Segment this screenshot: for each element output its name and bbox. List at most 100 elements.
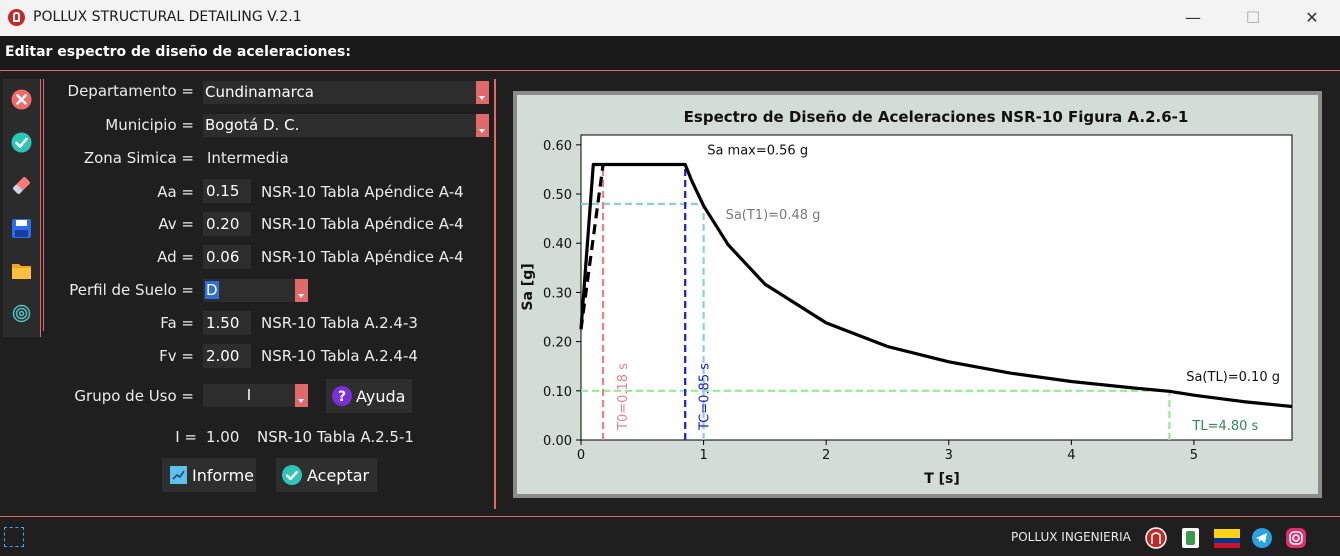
- chevron-down-icon[interactable]: [476, 114, 489, 137]
- grupo-value: I: [246, 386, 252, 404]
- svg-text:?: ?: [338, 389, 346, 405]
- close-circle-icon[interactable]: [11, 89, 32, 110]
- app-logo-icon: [8, 9, 25, 26]
- fa-label: Fa =: [160, 314, 194, 332]
- footer-brand: POLLUX INGENIERIA: [1011, 530, 1131, 544]
- perfil-label: Perfil de Suelo =: [69, 281, 194, 299]
- toolbar-divider: [43, 79, 44, 331]
- departamento-select[interactable]: Cundinamarca: [203, 81, 489, 104]
- x-tick-label: 0: [577, 448, 585, 463]
- ayuda-button[interactable]: ? Ayuda: [326, 379, 412, 413]
- informe-button[interactable]: Informe: [162, 458, 256, 492]
- aa-value: 0.15: [206, 182, 240, 200]
- aceptar-label: Aceptar: [307, 466, 370, 485]
- y-tick-label: 0.00: [543, 434, 572, 449]
- av-label: Av =: [158, 215, 194, 233]
- aa-label: Aa =: [157, 183, 194, 201]
- document-icon[interactable]: [1180, 527, 1202, 549]
- y-tick-label: 0.30: [543, 286, 572, 301]
- av-reference: NSR-10 Tabla Apéndice A-4: [261, 215, 464, 233]
- i-label: I =: [175, 428, 197, 446]
- zona-value: Intermedia: [207, 149, 289, 167]
- close-button[interactable]: ✕: [1299, 6, 1325, 30]
- colombia-flag-icon[interactable]: [1214, 527, 1240, 549]
- municipio-label: Municipio =: [105, 116, 194, 134]
- footer-bar: POLLUX INGENIERIA: [0, 517, 1340, 556]
- check-circle-icon[interactable]: [11, 132, 32, 153]
- departamento-value: Cundinamarca: [205, 83, 314, 101]
- pollux-logo-icon[interactable]: [1145, 527, 1167, 549]
- folder-icon[interactable]: [11, 260, 32, 281]
- panel-divider: [494, 79, 496, 509]
- maximize-button[interactable]: ☐: [1240, 6, 1266, 30]
- window-titlebar: POLLUX STRUCTURAL DETAILING V.2.1 — ☐ ✕: [0, 0, 1340, 36]
- aa-reference: NSR-10 Tabla Apéndice A-4: [261, 183, 464, 201]
- x-tick-label: 4: [1067, 448, 1075, 463]
- chevron-down-icon[interactable]: [295, 279, 308, 302]
- tl-annotation: TL=4.80 s: [1191, 419, 1258, 434]
- departamento-label: Departamento =: [67, 82, 194, 100]
- ad-reference: NSR-10 Tabla Apéndice A-4: [261, 248, 464, 266]
- fingerprint-icon[interactable]: [11, 303, 32, 324]
- av-field[interactable]: 0.20: [203, 212, 251, 236]
- aceptar-button[interactable]: Aceptar: [276, 458, 377, 492]
- minimize-button[interactable]: —: [1180, 6, 1206, 30]
- ad-value: 0.06: [206, 248, 240, 266]
- y-tick-label: 0.40: [543, 237, 572, 252]
- left-toolbar: [3, 79, 41, 337]
- y-tick-label: 0.60: [543, 139, 572, 154]
- aa-field[interactable]: 0.15: [203, 179, 251, 203]
- fa-field[interactable]: 1.50: [203, 311, 251, 335]
- perfil-select[interactable]: D: [203, 279, 308, 302]
- informe-label: Informe: [192, 466, 255, 485]
- ayuda-label: Ayuda: [356, 387, 406, 406]
- x-tick-label: 5: [1190, 448, 1198, 463]
- fa-reference: NSR-10 Tabla A.2.4-3: [261, 314, 418, 332]
- ad-label: Ad =: [157, 248, 194, 266]
- chevron-down-icon[interactable]: [295, 384, 308, 407]
- chart-title: Espectro de Diseño de Aceleraciones NSR-…: [684, 108, 1189, 126]
- report-icon: [170, 466, 187, 484]
- fv-reference: NSR-10 Tabla A.2.4-4: [261, 347, 418, 365]
- y-axis-label: Sa [g]: [520, 263, 536, 310]
- fv-value: 2.00: [206, 347, 240, 365]
- y-tick-label: 0.50: [543, 188, 572, 203]
- window-title: POLLUX STRUCTURAL DETAILING V.2.1: [33, 9, 302, 25]
- i-reference: NSR-10 Tabla A.2.5-1: [257, 428, 414, 446]
- x-tick-label: 1: [699, 448, 707, 463]
- spectrum-chart: Espectro de Diseño de Aceleraciones NSR-…: [513, 91, 1322, 498]
- check-circle-icon: [282, 465, 302, 485]
- grupo-label: Grupo de Uso =: [74, 387, 194, 405]
- fv-label: Fv =: [159, 347, 194, 365]
- dialog-title: Editar espectro de diseño de aceleracion…: [5, 44, 351, 60]
- tc-annotation: TC=0.85 s: [698, 363, 713, 431]
- samax-annotation: Sa max=0.56 g: [707, 144, 808, 159]
- zona-label: Zona Simica =: [83, 149, 194, 167]
- telegram-icon[interactable]: [1251, 527, 1273, 549]
- perfil-value: D: [205, 281, 219, 299]
- chevron-down-icon[interactable]: [476, 81, 489, 104]
- x-tick-label: 2: [822, 448, 830, 463]
- i-value: 1.00: [206, 428, 240, 446]
- grupo-select[interactable]: I: [203, 384, 308, 407]
- eraser-icon[interactable]: [11, 175, 32, 196]
- satl-annotation: Sa(TL)=0.10 g: [1186, 370, 1280, 385]
- save-icon[interactable]: [11, 218, 32, 239]
- fv-field[interactable]: 2.00: [203, 344, 251, 368]
- y-tick-label: 0.20: [543, 336, 572, 351]
- municipio-select[interactable]: Bogotá D. C.: [203, 114, 489, 137]
- t0-annotation: T0=0.18 s: [616, 363, 631, 431]
- chart-svg: Espectro de Diseño de Aceleraciones NSR-…: [517, 95, 1318, 494]
- fa-value: 1.50: [206, 314, 240, 332]
- x-tick-label: 3: [945, 448, 953, 463]
- av-value: 0.20: [206, 215, 240, 233]
- municipio-value: Bogotá D. C.: [205, 116, 300, 134]
- dialog-header: Editar espectro de diseño de aceleracion…: [0, 36, 1340, 71]
- x-axis-label: T [s]: [924, 471, 960, 487]
- selection-icon[interactable]: [4, 527, 24, 547]
- instagram-icon[interactable]: [1285, 527, 1307, 549]
- y-tick-label: 0.10: [543, 385, 572, 400]
- sat1-annotation: Sa(T1)=0.48 g: [726, 208, 821, 223]
- ad-field[interactable]: 0.06: [203, 245, 251, 269]
- help-icon: ?: [332, 386, 352, 406]
